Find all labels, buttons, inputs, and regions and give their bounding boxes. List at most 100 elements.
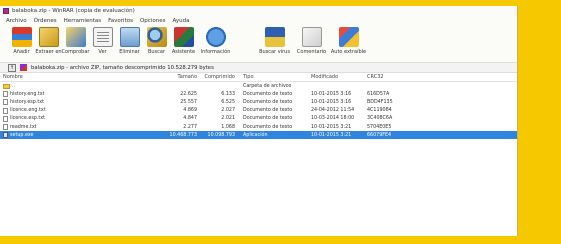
- file-crc: 5704E0E5: [367, 124, 392, 130]
- extract-button[interactable]: Extraer en: [35, 27, 62, 55]
- file-size: 2.277: [183, 124, 197, 130]
- file-name: licence.eng.txt: [10, 108, 46, 114]
- file-row-history-eng[interactable]: history.eng.txt 22.625 6.133 Documento d…: [0, 90, 517, 98]
- file-row-setup-selected[interactable]: setup.exe 10.468.773 10.098.793 Aplicaci…: [0, 131, 517, 140]
- sfx-button[interactable]: Auto extraíble: [330, 27, 367, 55]
- file-type: Documento de texto: [243, 91, 293, 97]
- file-size: 25.557: [180, 99, 197, 105]
- find-label: Buscar: [147, 49, 166, 55]
- file-row-licence-eng[interactable]: licence.eng.txt 4.869 2.027 Documento de…: [0, 107, 517, 115]
- menu-bar: Archivo Órdenes Herramientas Favoritos O…: [0, 16, 517, 25]
- col-packed-header[interactable]: Comprimido: [197, 74, 235, 80]
- up-folder-button[interactable]: ↑: [8, 63, 16, 72]
- test-button[interactable]: Comprobar: [62, 27, 89, 55]
- extract-label: Extraer en: [35, 49, 62, 55]
- menu-favoritos[interactable]: Favoritos: [108, 18, 133, 24]
- virus-scan-icon: [264, 27, 285, 47]
- file-packed: 10.098.793: [207, 132, 235, 138]
- file-size: 22.625: [180, 91, 197, 97]
- file-modified: 10-01-2015 3:16: [311, 99, 352, 105]
- title-bar: balaboka.zip - WinRAR (copia de evaluaci…: [0, 6, 517, 16]
- menu-ayuda[interactable]: Ayuda: [172, 18, 189, 24]
- delete-button[interactable]: Eliminar: [116, 27, 143, 55]
- file-modified: 10-01-2015 3:21: [311, 132, 352, 138]
- col-crc-header[interactable]: CRC32: [367, 74, 417, 80]
- file-name: ..: [12, 83, 16, 89]
- text-file-icon: [3, 115, 8, 122]
- file-name: readme.txt: [10, 124, 37, 130]
- file-modified: 10-03-2014 18:00: [311, 116, 355, 122]
- virus-scan-button[interactable]: Buscar virus: [256, 27, 293, 55]
- file-list: Nombre Tamaño Comprimido Tipo Modificado…: [0, 73, 517, 233]
- view-icon: [92, 27, 113, 47]
- sfx-icon: [338, 27, 359, 47]
- info-label: Información: [200, 49, 231, 55]
- text-file-icon: [3, 124, 8, 131]
- file-type: Documento de texto: [243, 124, 293, 130]
- file-type: Documento de texto: [243, 116, 293, 122]
- file-row-readme[interactable]: readme.txt 2.277 1.068 Documento de text…: [0, 123, 517, 131]
- extract-icon: [38, 27, 59, 47]
- file-modified: 24-04-2012 11:54: [311, 108, 355, 114]
- test-icon: [65, 27, 86, 47]
- menu-archivo[interactable]: Archivo: [6, 18, 27, 24]
- file-crc: BDD4F135: [367, 99, 393, 105]
- file-type: Documento de texto: [243, 99, 293, 105]
- delete-label: Eliminar: [119, 49, 140, 55]
- application-icon: [3, 132, 8, 139]
- file-crc: 616D57A: [367, 91, 390, 97]
- file-name: history.eng.txt: [10, 91, 45, 97]
- wizard-icon: [173, 27, 194, 47]
- toolbar: Añadir Extraer en Comprobar Ver Eliminar…: [0, 25, 517, 63]
- file-packed: 2.027: [221, 108, 235, 114]
- file-crc: 66079FE4: [367, 132, 392, 138]
- address-path[interactable]: balaboka.zip - archivo ZIP, tamaño desco…: [31, 65, 214, 71]
- text-file-icon: [3, 91, 8, 98]
- test-label: Comprobar: [61, 49, 90, 55]
- col-modified-header[interactable]: Modificado: [311, 74, 367, 80]
- winrar-app-icon: [3, 8, 9, 14]
- window-title: balaboka.zip - WinRAR (copia de evaluaci…: [12, 8, 135, 14]
- virus-scan-label: Buscar virus: [259, 49, 290, 55]
- wizard-button[interactable]: Asistente: [170, 27, 197, 55]
- file-row-history-esp[interactable]: history.esp.txt 25.557 6.525 Documento d…: [0, 98, 517, 106]
- file-packed: 1.068: [221, 124, 235, 130]
- find-button[interactable]: Buscar: [143, 27, 170, 55]
- info-button[interactable]: Información: [197, 27, 234, 55]
- file-type: Carpeta de archivos: [243, 83, 292, 89]
- file-row-licence-esp[interactable]: licence.esp.txt 4.847 2.021 Documento de…: [0, 115, 517, 123]
- file-packed: 6.525: [221, 99, 235, 105]
- file-crc: 3C408C6A: [367, 116, 393, 122]
- address-bar: ↑ balaboka.zip - archivo ZIP, tamaño des…: [0, 63, 517, 73]
- file-packed: 2.021: [221, 116, 235, 122]
- comment-icon: [301, 27, 322, 47]
- file-name: licence.esp.txt: [10, 116, 46, 122]
- view-label: Ver: [98, 49, 107, 55]
- folder-icon: [3, 83, 10, 89]
- col-type-header[interactable]: Tipo: [235, 74, 311, 80]
- col-size-header[interactable]: Tamaño: [163, 74, 197, 80]
- file-name: history.esp.txt: [10, 99, 44, 105]
- view-button[interactable]: Ver: [89, 27, 116, 55]
- column-header-row: Nombre Tamaño Comprimido Tipo Modificado…: [0, 73, 517, 82]
- text-file-icon: [3, 99, 8, 106]
- comment-label: Comentario: [296, 49, 327, 55]
- add-label: Añadir: [13, 49, 30, 55]
- text-file-icon: [3, 107, 8, 114]
- winrar-window: balaboka.zip - WinRAR (copia de evaluaci…: [0, 6, 518, 236]
- file-type: Documento de texto: [243, 108, 293, 114]
- file-modified: 10-01-2015 3:16: [311, 91, 352, 97]
- file-row-parent[interactable]: .. Carpeta de archivos: [0, 82, 517, 90]
- wizard-label: Asistente: [171, 49, 196, 55]
- file-size: 4.869: [183, 108, 197, 114]
- comment-button[interactable]: Comentario: [293, 27, 330, 55]
- menu-ordenes[interactable]: Órdenes: [34, 18, 57, 24]
- add-button[interactable]: Añadir: [8, 27, 35, 55]
- file-crc: 4C119084: [367, 108, 392, 114]
- file-modified: 10-01-2015 3:21: [311, 124, 352, 130]
- menu-herramientas[interactable]: Herramientas: [64, 18, 101, 24]
- col-name-header[interactable]: Nombre: [3, 74, 163, 80]
- menu-opciones[interactable]: Opciones: [140, 18, 165, 24]
- file-size: 10.468.773: [169, 132, 197, 138]
- file-name: setup.exe: [10, 132, 34, 138]
